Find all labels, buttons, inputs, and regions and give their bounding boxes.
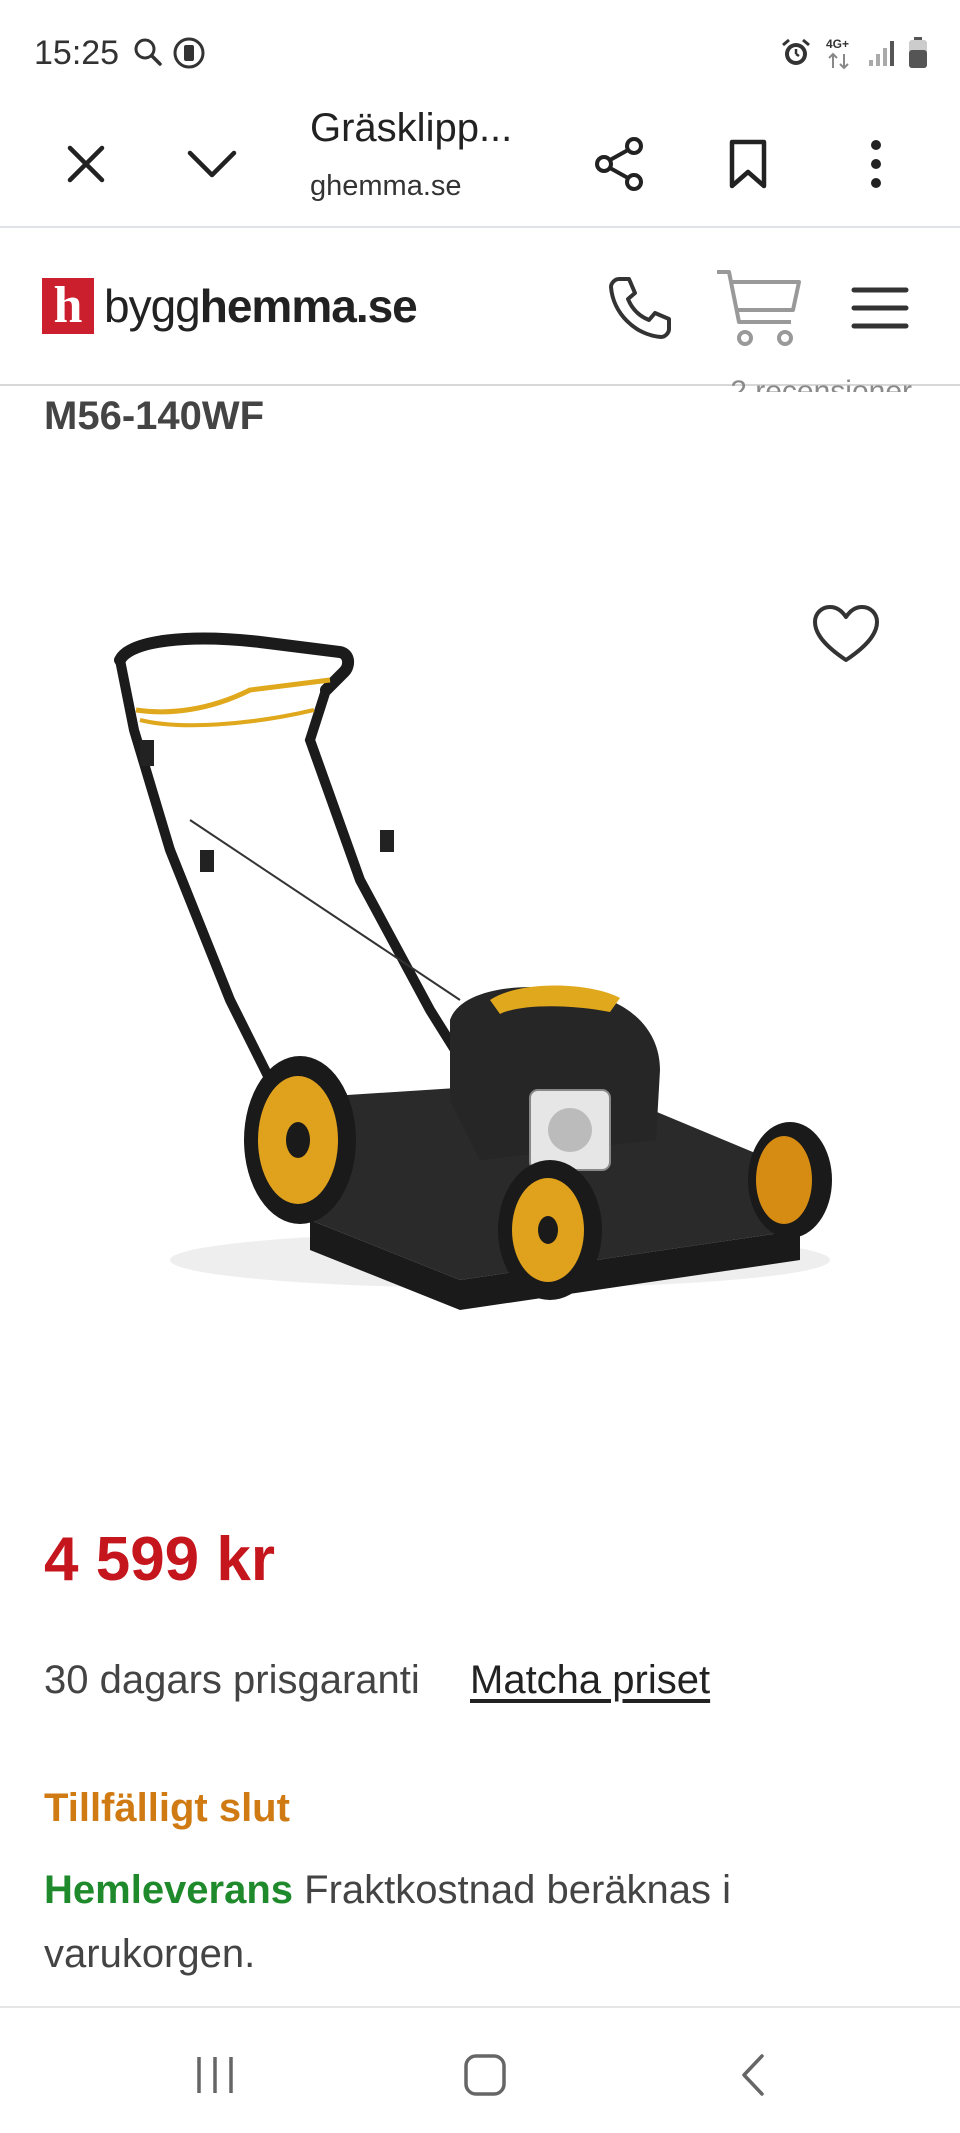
home-icon — [464, 2054, 506, 2096]
more-options-button[interactable] — [834, 122, 918, 206]
product-image[interactable] — [100, 620, 860, 1340]
recent-apps-icon — [197, 2057, 233, 2093]
price-guarantee-text: 30 dagars prisgaranti — [44, 1658, 420, 1702]
browser-toolbar: Gräsklipp... ghemma.se — [0, 100, 960, 228]
menu-button[interactable] — [832, 260, 928, 356]
minimize-button[interactable] — [170, 122, 254, 206]
reviews-link[interactable]: 2 recensioner — [730, 362, 912, 392]
phone-icon — [609, 277, 671, 339]
system-nav-bar — [0, 2006, 960, 2133]
share-icon — [595, 137, 643, 191]
recent-apps-button[interactable] — [170, 2030, 260, 2120]
site-logo[interactable]: h bygghemma.se — [42, 278, 418, 334]
search-status-icon — [132, 36, 164, 75]
call-button[interactable] — [592, 260, 688, 356]
data-saver-icon — [172, 36, 206, 75]
logo-letter: h — [42, 278, 94, 334]
delivery-info: Hemleverans Fraktkostnad beräknas i varu… — [44, 1858, 904, 1986]
chevron-down-icon — [187, 150, 237, 178]
signal-icon — [868, 38, 896, 73]
close-icon — [67, 145, 105, 183]
back-button[interactable] — [708, 2030, 798, 2120]
product-title: M56-140WF — [44, 394, 265, 438]
network-type-icon: 4G+ — [824, 36, 856, 75]
page-title: Gräsklipp... — [310, 106, 513, 150]
bookmark-icon — [729, 139, 767, 189]
battery-icon — [908, 36, 928, 75]
bookmark-button[interactable] — [706, 122, 790, 206]
cart-icon — [717, 270, 801, 346]
stock-status: Tillfälligt slut — [44, 1786, 290, 1830]
match-price-link[interactable]: Matcha priset — [470, 1658, 710, 1703]
logo-text-light: bygg — [104, 280, 201, 332]
home-button[interactable] — [440, 2030, 530, 2120]
cart-button[interactable] — [712, 260, 808, 356]
logo-text-bold: hemma.se — [199, 280, 418, 332]
logo-text: bygghemma.se — [104, 279, 418, 333]
lawn-mower-illustration — [114, 632, 832, 1310]
network-label: 4G+ — [826, 37, 849, 51]
share-button[interactable] — [578, 122, 662, 206]
status-bar: 15:25 4G+ — [0, 0, 960, 100]
alarm-icon — [780, 37, 812, 74]
close-tab-button[interactable] — [44, 122, 128, 206]
status-time: 15:25 — [34, 34, 120, 72]
more-vertical-icon — [871, 140, 881, 188]
back-icon — [742, 2054, 764, 2096]
delivery-label: Hemleverans — [44, 1868, 294, 1912]
hamburger-menu-icon — [851, 287, 909, 329]
url-text[interactable]: ghemma.se — [310, 170, 462, 203]
product-price: 4 599 kr — [44, 1525, 275, 1594]
